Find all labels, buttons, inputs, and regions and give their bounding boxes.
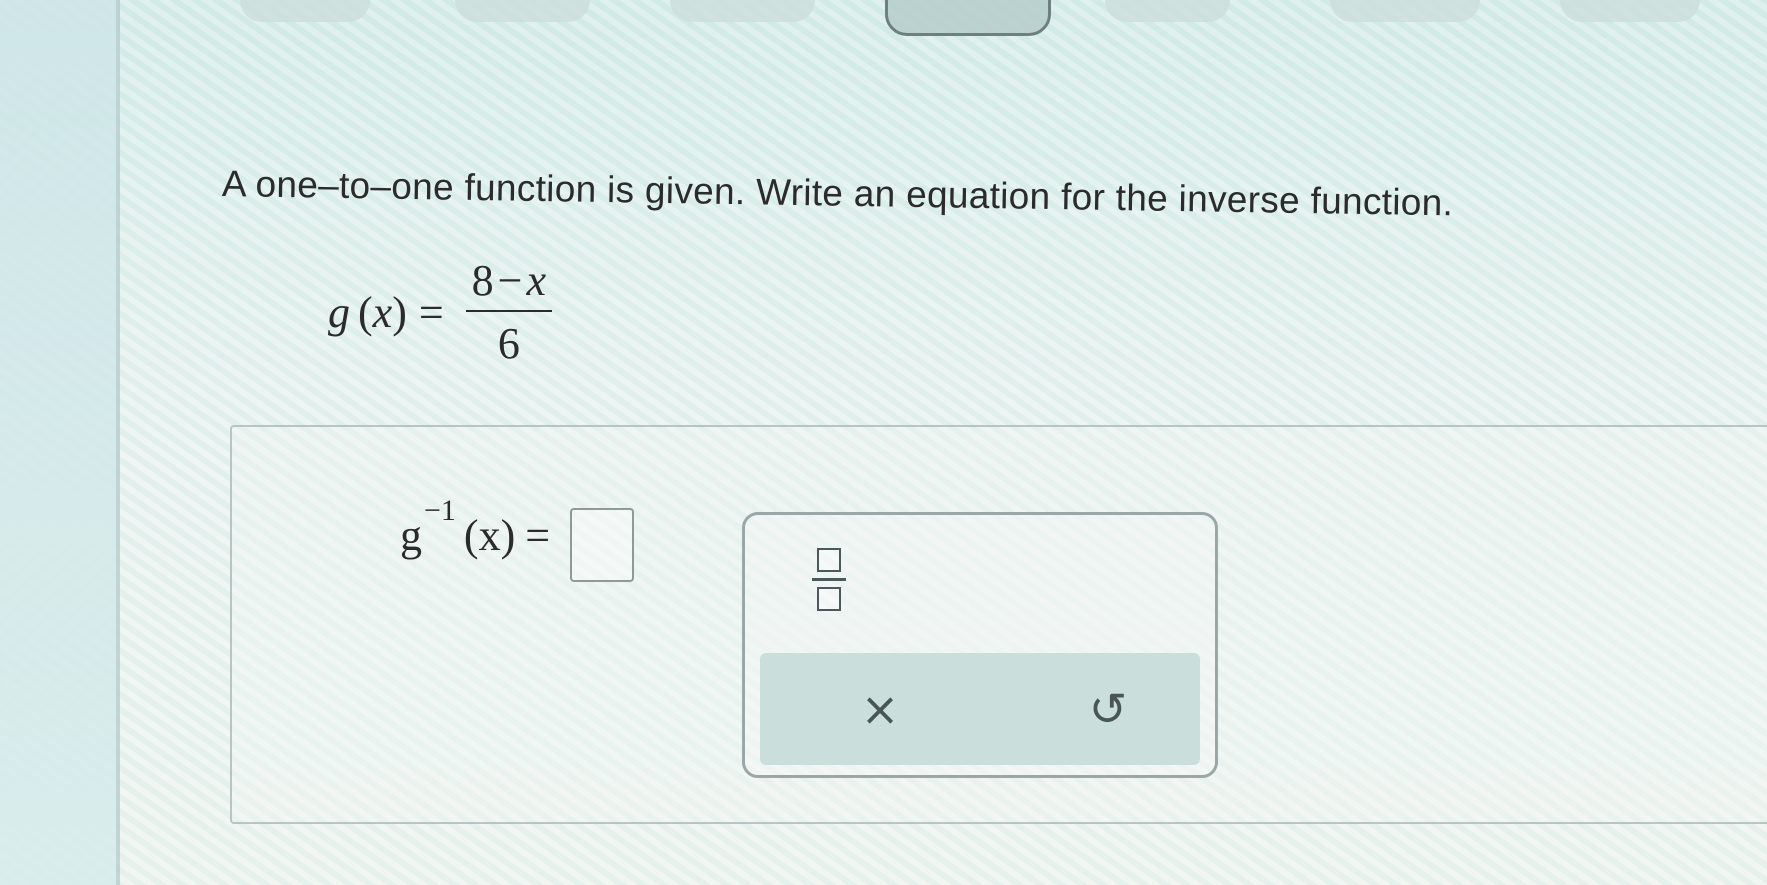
fraction-icon[interactable]: [809, 539, 849, 619]
fraction-numerator-slot-icon: [817, 547, 841, 572]
nav-pill-6[interactable]: [1330, 0, 1480, 22]
fraction-line-icon: [812, 577, 846, 581]
question-prompt: A one–to–one function is given. Write an…: [221, 163, 1454, 224]
given-equals: =: [418, 287, 444, 337]
nav-pill-3[interactable]: [670, 0, 815, 22]
page-left-margin: [0, 0, 120, 885]
fraction-denominator-slot-icon: [817, 586, 841, 611]
answer-input-box[interactable]: [570, 508, 635, 582]
inverse-func-name: g: [400, 511, 422, 560]
given-var: x: [372, 287, 393, 337]
action-bar: × ↺: [760, 653, 1200, 765]
nav-pill-2[interactable]: [455, 0, 590, 22]
clear-icon[interactable]: ×: [850, 681, 910, 737]
given-numerator-minus: −: [497, 256, 523, 305]
given-lparen: (: [358, 287, 373, 337]
given-numerator-constant: 8: [471, 256, 494, 305]
undo-icon[interactable]: ↺: [1078, 681, 1138, 737]
nav-pill-5[interactable]: [1105, 0, 1230, 22]
given-fraction: 8−x 6: [465, 255, 553, 369]
inverse-equation: g −1 ( x ) =: [400, 494, 635, 582]
given-numerator-var: x: [526, 256, 547, 305]
given-denominator: 6: [497, 319, 520, 368]
nav-pill-4[interactable]: [885, 0, 1051, 36]
math-tool-palette: × ↺: [742, 512, 1218, 778]
given-rparen: ): [392, 287, 407, 337]
inverse-rparen: ): [500, 511, 516, 560]
nav-pill-7[interactable]: [1560, 0, 1700, 22]
given-numerator: 8−x: [466, 255, 552, 310]
nav-pill-1[interactable]: [240, 0, 370, 22]
inverse-equals: =: [525, 511, 551, 560]
inverse-lparen: (: [463, 511, 479, 560]
inverse-superscript: −1: [424, 494, 456, 527]
given-func-name: g: [328, 287, 350, 337]
inverse-var: x: [478, 511, 501, 560]
given-function-equation: g ( x ) = 8−x 6: [328, 255, 553, 369]
